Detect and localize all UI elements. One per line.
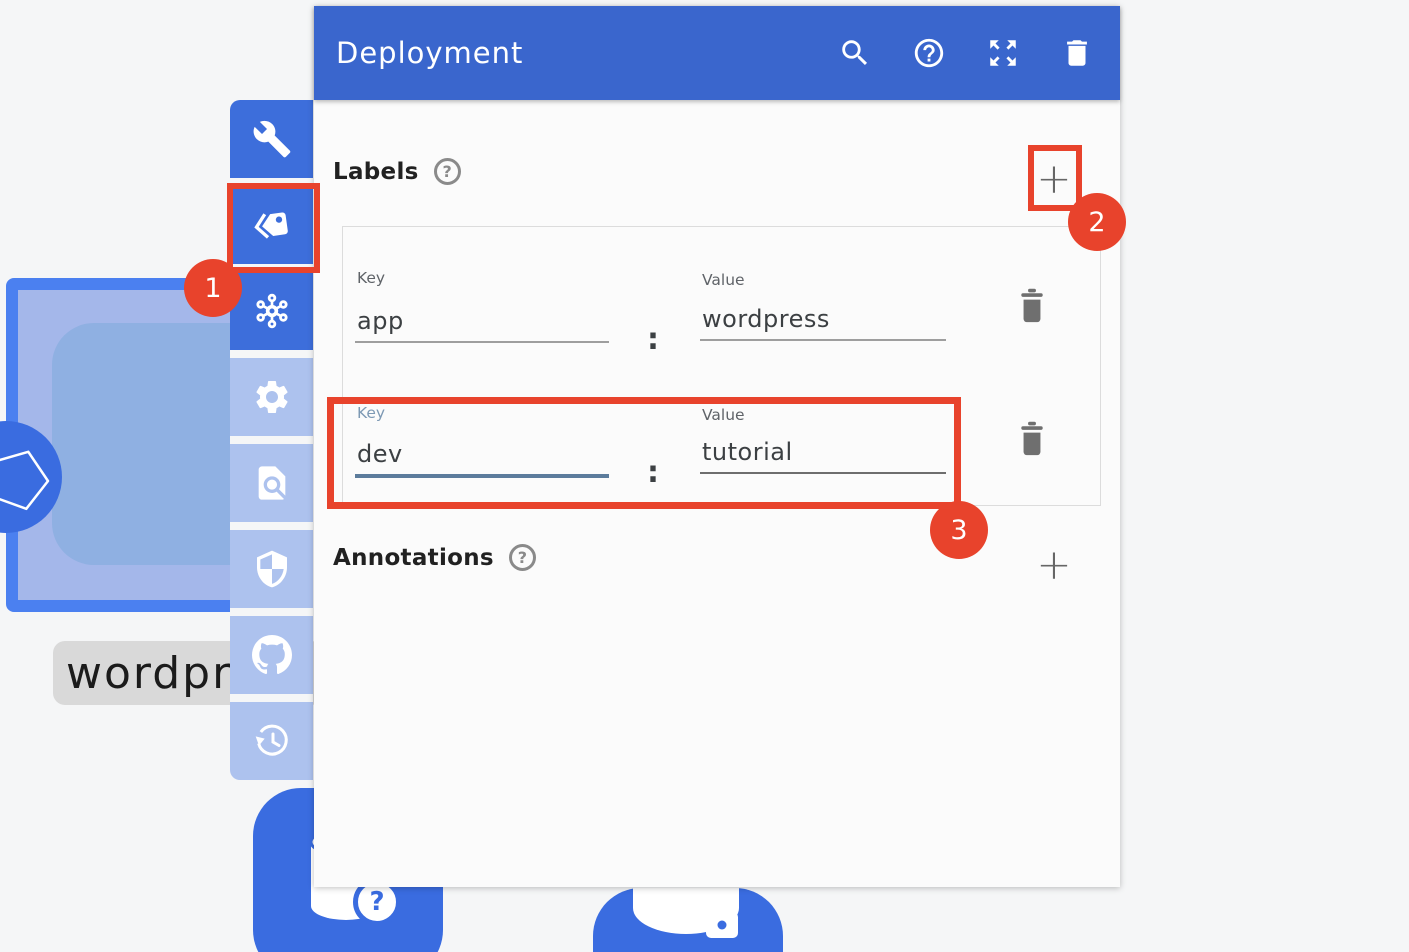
annotations-help-icon[interactable]: ? — [509, 544, 536, 571]
value-field-label: Value — [702, 271, 745, 289]
gear-icon — [252, 377, 292, 417]
sidebar-item-inspect[interactable] — [230, 444, 313, 522]
callout-badge-2: 2 — [1068, 193, 1126, 251]
labels-help-icon[interactable]: ? — [434, 158, 461, 185]
pod-pentagon-icon — [0, 421, 62, 533]
add-annotation-button[interactable]: + — [1032, 542, 1076, 586]
kv-separator: : — [647, 322, 659, 357]
delete-icon[interactable] — [1060, 36, 1094, 70]
callout-box-new-row — [327, 397, 961, 509]
fullscreen-icon[interactable] — [986, 36, 1020, 70]
help-icon[interactable] — [912, 36, 946, 70]
callout-badge-3: 3 — [930, 501, 988, 559]
history-icon — [252, 721, 292, 761]
annotations-section-head: Annotations ? — [333, 544, 536, 571]
sidebar-item-security[interactable] — [230, 530, 313, 608]
callout-badge-1: 1 — [184, 259, 242, 317]
labels-heading: Labels — [333, 159, 419, 185]
sidebar-item-settings[interactable] — [230, 358, 313, 436]
annotations-heading: Annotations — [333, 545, 494, 571]
shield-icon — [252, 549, 292, 589]
delete-label-row-button[interactable] — [1015, 287, 1049, 325]
file-search-icon — [252, 463, 292, 503]
database-locked-node[interactable] — [593, 888, 783, 952]
panel-title: Deployment — [314, 36, 523, 70]
sidebar-item-github[interactable] — [230, 616, 313, 694]
callout-box-labels-tab — [227, 183, 320, 273]
panel-header: Deployment — [314, 6, 1120, 100]
labels-section-head: Labels ? — [333, 158, 461, 185]
key-field-label: Key — [357, 269, 385, 287]
search-icon[interactable] — [838, 36, 872, 70]
delete-label-row-button[interactable] — [1015, 420, 1049, 458]
header-icons — [838, 6, 1094, 100]
network-hub-icon — [252, 291, 292, 331]
app-stage: wordpress ? — [0, 0, 1409, 952]
github-icon — [252, 635, 292, 675]
label-key-input[interactable] — [355, 307, 609, 343]
sidebar-item-network[interactable] — [230, 272, 313, 350]
sidebar-item-tools[interactable] — [230, 100, 313, 178]
sidebar-item-history[interactable] — [230, 702, 313, 780]
label-value-input[interactable] — [700, 305, 946, 341]
lock-icon — [701, 890, 743, 940]
callout-box-add-label — [1028, 145, 1082, 211]
wrench-icon — [252, 119, 292, 159]
